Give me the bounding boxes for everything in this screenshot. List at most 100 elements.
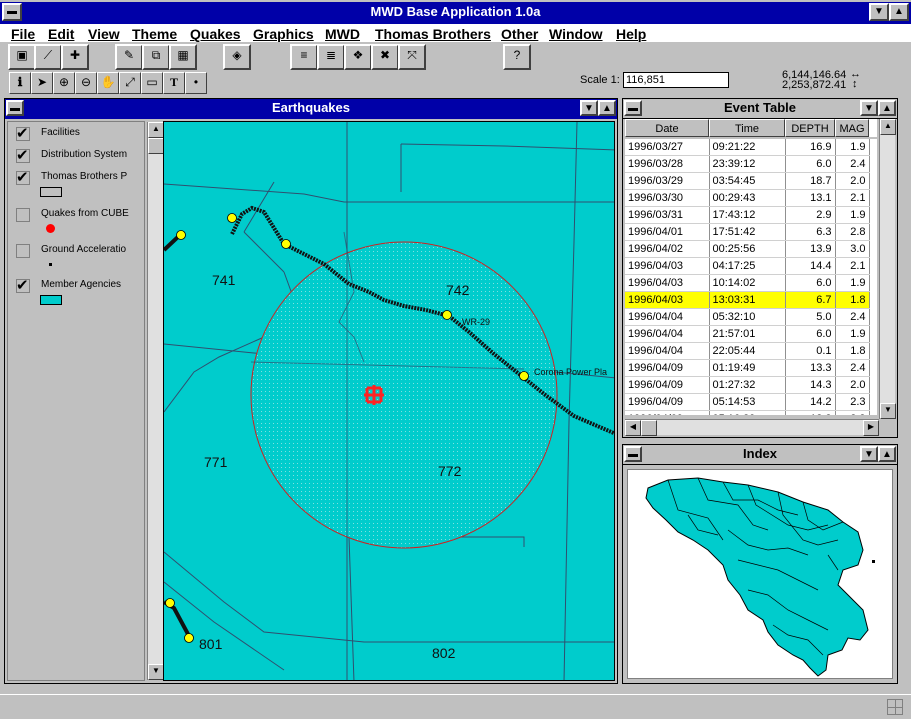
thomas-checkbox[interactable] bbox=[16, 168, 30, 186]
table-maximize-button[interactable]: ▲ bbox=[878, 100, 896, 116]
table-scroll-right-icon[interactable]: ▶ bbox=[863, 420, 879, 436]
table-row[interactable]: 1996/04/04 22:05:44 0.1 1.8 bbox=[625, 342, 870, 360]
table-row[interactable]: 1996/04/02 00:25:56 13.9 3.0 bbox=[625, 240, 870, 258]
select-features-icon[interactable]: ❖ bbox=[344, 44, 372, 70]
table-row[interactable]: 1996/04/09 01:27:32 14.3 2.0 bbox=[625, 376, 870, 394]
table-row[interactable]: 1996/04/03 10:14:02 6.0 1.9 bbox=[625, 274, 870, 292]
legend-distribution-system[interactable]: Distribution System bbox=[16, 146, 128, 164]
legend-member-agencies[interactable]: Member Agencies bbox=[16, 276, 121, 294]
table-scroll-left-icon[interactable]: ◀ bbox=[625, 420, 641, 436]
menu-theme[interactable]: Theme bbox=[132, 26, 177, 42]
legend-thomas-brothers[interactable]: Thomas Brothers P bbox=[16, 168, 127, 186]
pan-hand-icon[interactable]: ✋ bbox=[97, 72, 119, 94]
table-row[interactable]: 1996/03/27 09:21:22 16.9 1.9 bbox=[625, 139, 870, 156]
scroll-thumb[interactable] bbox=[148, 138, 164, 154]
menu-help[interactable]: Help bbox=[616, 26, 646, 42]
label-icon[interactable]: ▭ bbox=[141, 72, 163, 94]
quakes-checkbox[interactable] bbox=[16, 208, 30, 222]
table-row[interactable]: 1996/04/03 13:03:31 6.7 1.8 bbox=[625, 291, 870, 309]
column-depth[interactable]: DEPTH bbox=[785, 119, 835, 137]
menu-graphics[interactable]: Graphics bbox=[253, 26, 314, 42]
table-hscroll-thumb[interactable] bbox=[641, 420, 657, 436]
facilities-checkbox[interactable] bbox=[16, 124, 30, 142]
index-system-menu-button[interactable]: ▬ bbox=[624, 446, 642, 462]
table-row[interactable]: 1996/04/04 05:32:10 5.0 2.4 bbox=[625, 308, 870, 326]
edit-tool-icon[interactable]: ✎ bbox=[115, 44, 143, 70]
table-row[interactable]: 1996/04/09 05:14:53 14.2 2.3 bbox=[625, 393, 870, 411]
zoom-out-extent-icon[interactable]: ⤧ bbox=[398, 44, 426, 70]
table-row[interactable]: 1996/04/0905:16:3918.22.3 bbox=[625, 410, 870, 415]
scroll-down-icon[interactable]: ▼ bbox=[148, 664, 164, 680]
doc-maximize-button[interactable]: ▲ bbox=[598, 100, 616, 116]
query-tool-icon[interactable]: ⧉ bbox=[142, 44, 170, 70]
menu-view[interactable]: View bbox=[88, 26, 120, 42]
menu-file[interactable]: File bbox=[11, 26, 35, 42]
facility-point bbox=[442, 310, 452, 320]
index-map[interactable] bbox=[627, 469, 893, 679]
minimize-button[interactable]: ▼ bbox=[869, 3, 889, 21]
table-scroll-down-icon[interactable]: ▼ bbox=[880, 403, 896, 419]
add-theme-icon[interactable]: ✚ bbox=[61, 44, 89, 70]
identify-icon[interactable]: ◈ bbox=[223, 44, 251, 70]
ground-checkbox[interactable] bbox=[16, 244, 30, 258]
layer-down-icon[interactable]: ≣ bbox=[317, 44, 345, 70]
table-scrollbar-v[interactable]: ▲ ▼ bbox=[879, 119, 896, 419]
legend-facilities[interactable]: Facilities bbox=[16, 124, 80, 142]
table-row[interactable]: 1996/04/03 04:17:25 14.4 2.1 bbox=[625, 257, 870, 275]
table-minimize-button[interactable]: ▼ bbox=[860, 100, 878, 116]
menu-window[interactable]: Window bbox=[549, 26, 603, 42]
column-time[interactable]: Time bbox=[709, 119, 785, 137]
table-row[interactable]: 1996/03/30 00:29:43 13.1 2.1 bbox=[625, 189, 870, 207]
doc-system-menu-button[interactable]: ▬ bbox=[6, 100, 24, 116]
help-pointer-icon[interactable]: ? bbox=[503, 44, 531, 70]
table-row[interactable]: 1996/04/04 21:57:01 6.0 1.9 bbox=[625, 325, 870, 343]
legend-quakes[interactable]: Quakes from CUBE bbox=[16, 208, 129, 222]
table-scrollbar-h[interactable]: ◀ ▶ bbox=[625, 419, 879, 436]
pointer-icon[interactable]: ➤ bbox=[31, 72, 53, 94]
table-row[interactable]: 1996/03/28 23:39:12 6.0 2.4 bbox=[625, 155, 870, 173]
index-maximize-button[interactable]: ▲ bbox=[878, 446, 896, 462]
scale-input[interactable]: 116,851 bbox=[623, 72, 729, 88]
coord-y-arrows-icon: ↕ bbox=[852, 78, 858, 90]
table-row[interactable]: 1996/03/31 17:43:12 2.9 1.9 bbox=[625, 206, 870, 224]
zoom-out-icon[interactable]: ⊖ bbox=[75, 72, 97, 94]
edit-shape-icon[interactable]: ⟋ bbox=[34, 44, 62, 70]
layer-up-icon[interactable]: ≡ bbox=[290, 44, 318, 70]
cell-mag: 1.9 bbox=[835, 206, 870, 224]
legend-scrollbar[interactable]: ▲ ▼ bbox=[147, 122, 164, 680]
zoom-in-extent-icon[interactable]: ✖ bbox=[371, 44, 399, 70]
facility-point bbox=[519, 371, 529, 381]
index-minimize-button[interactable]: ▼ bbox=[860, 446, 878, 462]
menu-thomas-brothers[interactable]: Thomas Brothers bbox=[375, 26, 491, 42]
legend-label: Distribution System bbox=[41, 149, 128, 160]
table-scroll-up-icon[interactable]: ▲ bbox=[880, 119, 896, 135]
menu-quakes[interactable]: Quakes bbox=[190, 26, 241, 42]
distribution-checkbox[interactable] bbox=[16, 146, 30, 164]
info-icon[interactable]: ℹ bbox=[9, 72, 31, 94]
save-icon[interactable]: ▣ bbox=[8, 44, 36, 70]
scale-value: 116,851 bbox=[626, 74, 665, 86]
earthquakes-title: Earthquakes bbox=[271, 100, 351, 115]
member-checkbox[interactable] bbox=[16, 276, 30, 294]
text-tool-icon[interactable]: T bbox=[163, 72, 185, 94]
column-mag[interactable]: MAG bbox=[835, 119, 869, 137]
measure-icon[interactable]: ⤢ bbox=[119, 72, 141, 94]
table-row[interactable]: 1996/04/01 17:51:42 6.3 2.8 bbox=[625, 223, 870, 241]
maximize-button[interactable]: ▲ bbox=[889, 3, 909, 21]
table-system-menu-button[interactable]: ▬ bbox=[624, 100, 642, 116]
map-view[interactable]: 741 742 771 772 801 802 WR-29 Corona Pow… bbox=[163, 121, 615, 681]
menu-edit[interactable]: Edit bbox=[48, 26, 74, 42]
legend-ground-acceleration[interactable]: Ground Acceleratio bbox=[16, 244, 126, 258]
menu-other[interactable]: Other bbox=[501, 26, 538, 42]
quake-symbol bbox=[46, 224, 55, 233]
scroll-up-icon[interactable]: ▲ bbox=[148, 122, 164, 138]
zoom-in-icon[interactable]: ⊕ bbox=[53, 72, 75, 94]
table-icon[interactable]: ▦ bbox=[169, 44, 197, 70]
doc-minimize-button[interactable]: ▼ bbox=[580, 100, 598, 116]
menu-mwd[interactable]: MWD bbox=[325, 26, 360, 42]
table-row[interactable]: 1996/04/09 01:19:49 13.3 2.4 bbox=[625, 359, 870, 377]
draw-point-icon[interactable]: • bbox=[185, 72, 207, 94]
column-date[interactable]: Date bbox=[625, 119, 709, 137]
system-menu-button[interactable]: ▬ bbox=[2, 3, 22, 21]
table-row[interactable]: 1996/03/29 03:54:45 18.7 2.0 bbox=[625, 172, 870, 190]
